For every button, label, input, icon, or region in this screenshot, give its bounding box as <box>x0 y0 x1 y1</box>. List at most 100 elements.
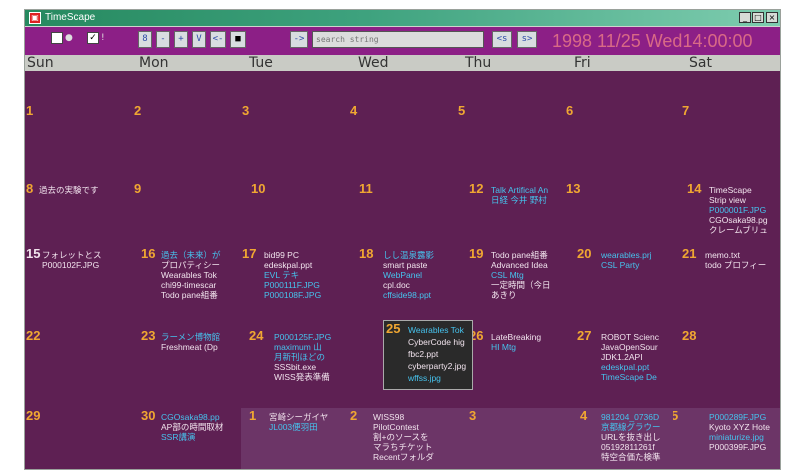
event-item[interactable]: P000125F.JPG <box>274 332 331 342</box>
day-cell[interactable]: 16 過去（未来）が プロパティシー Wearables Tok chi99-t… <box>133 246 241 328</box>
day-cell[interactable]: 1 <box>25 103 133 181</box>
event-item[interactable]: LateBreaking <box>491 332 541 342</box>
event-item[interactable]: 過去（未来）が <box>161 250 221 260</box>
event-item[interactable]: P000399F.JPG <box>709 442 766 452</box>
event-item[interactable]: JL003便羽田 <box>269 422 318 432</box>
event-item[interactable]: miniaturize.jpg <box>709 432 764 442</box>
event-item[interactable]: edeskpal.ppt <box>264 260 312 270</box>
day-cell[interactable]: 2 <box>133 103 241 181</box>
event-item[interactable]: クレームブリュ <box>709 225 768 235</box>
event-item[interactable]: 京都線グラウー <box>601 422 661 432</box>
day-cell[interactable]: 14 TimeScape Strip view P000001F.JPG CGO… <box>673 181 780 246</box>
title-bar[interactable]: ▣ TimeScape _ □ × <box>25 10 780 26</box>
event-item[interactable]: CSL Party <box>601 260 639 270</box>
event-item[interactable]: CSL Mtg <box>491 270 524 280</box>
selected-day-popup[interactable]: 25 Wearables Tok CyberCode hig fbc2.ppt … <box>383 320 473 390</box>
day-cell[interactable]: 26 LateBreaking HI Mtg <box>457 328 565 408</box>
event-item[interactable]: WISS98 <box>373 412 404 422</box>
event-item[interactable]: wffss.jpg <box>408 373 441 383</box>
event-item[interactable]: JDK1.2API <box>601 352 643 362</box>
event-item[interactable]: fbc2.ppt <box>408 349 438 359</box>
event-item[interactable]: P000289F.JPG <box>709 412 766 422</box>
event-item[interactable]: TimeScape De <box>601 372 657 382</box>
zoom-out-button[interactable]: - <box>156 31 170 48</box>
day-cell[interactable]: 7 <box>673 103 780 181</box>
day-cell[interactable]: 9 <box>133 181 241 246</box>
event-item[interactable]: wearables.prj <box>601 250 652 260</box>
day-cell[interactable]: 20 wearables.prj CSL Party <box>565 246 673 328</box>
event-item[interactable]: SSR講演 <box>161 432 195 442</box>
day-cell[interactable]: 2 WISS98 PilotContest 割+のソースを マラちチケット Re… <box>349 408 457 469</box>
event-item[interactable]: 一定時間（今日 <box>491 280 551 290</box>
day-cell[interactable]: 23 ラーメン博物館 Freshmeat (Dp <box>133 328 241 408</box>
event-item[interactable]: bid99 PC <box>264 250 299 260</box>
day-cell[interactable]: 24 P000125F.JPG maximum 山 月新刊ほどの SSSbit.… <box>241 328 349 408</box>
close-button[interactable]: × <box>766 12 778 23</box>
event-item[interactable]: ラーメン博物館 <box>161 332 220 342</box>
day-cell[interactable]: 13 <box>565 181 673 246</box>
event-item[interactable]: SSSbit.exe <box>274 362 316 372</box>
event-item[interactable]: しし温泉露影 <box>383 250 434 260</box>
search-prev-button[interactable]: <s <box>492 31 512 48</box>
event-item[interactable]: Talk Artifical An <box>491 185 548 195</box>
day-cell[interactable]: 11 <box>349 181 457 246</box>
event-item[interactable]: Wearables Tok <box>161 270 217 280</box>
day-cell[interactable]: 19 Todo pane組番 Advanced Idea CSL Mtg 一定時… <box>457 246 565 328</box>
event-item[interactable]: HI Mtg <box>491 342 516 352</box>
event-item[interactable]: Recentフォルダ <box>373 452 434 462</box>
day-cell[interactable]: 5 P000289F.JPG Kyoto XYZ Hote miniaturiz… <box>673 408 780 469</box>
event-item[interactable]: Kyoto XYZ Hote <box>709 422 770 432</box>
maximize-button[interactable]: □ <box>752 12 764 23</box>
event-item[interactable]: URLを抜き出し <box>601 432 661 442</box>
event-item[interactable]: 宮崎シーガイヤ <box>269 412 328 422</box>
event-item[interactable]: ROBOT Scienc <box>601 332 659 342</box>
event-item[interactable]: P000108F.JPG <box>264 290 321 300</box>
day-cell[interactable]: 29 <box>25 408 133 469</box>
day-cell[interactable]: 17 bid99 PC edeskpal.ppt EVL テキ P000111F… <box>241 246 349 328</box>
day-cell[interactable]: 27 ROBOT Scienc JavaOpenSour JDK1.2API e… <box>565 328 673 408</box>
event-item[interactable]: Freshmeat (Dp <box>161 342 218 352</box>
event-item[interactable]: CGOsaka98.pp <box>161 412 220 422</box>
day-cell[interactable]: 3 <box>241 103 349 181</box>
day-cell[interactable]: 6 <box>565 103 673 181</box>
event-item[interactable]: 特空合価た検準 <box>601 452 661 462</box>
event-item[interactable]: cpl.doc <box>383 280 410 290</box>
event-item[interactable]: smart paste <box>383 260 427 270</box>
event-item[interactable]: あきり <box>491 290 517 300</box>
day-cell[interactable]: 21 memo.txt todo プロフィー <box>673 246 780 328</box>
event-item[interactable]: CyberCode hig <box>408 337 465 347</box>
view-mode-button[interactable]: V <box>192 31 206 48</box>
event-item[interactable]: 割+のソースを <box>373 432 429 442</box>
day-cell[interactable]: 4 981204_0736D 京都線グラウー URLを抜き出し 05192811… <box>565 408 673 469</box>
back-button[interactable]: <- <box>210 31 226 48</box>
event-item[interactable]: プロパティシー <box>161 260 220 270</box>
search-next-button[interactable]: s> <box>517 31 537 48</box>
event-item[interactable]: 過去の実験です <box>39 185 99 195</box>
event-item[interactable]: PilotContest <box>373 422 419 432</box>
day-cell[interactable]: 15 フォレットとス P000102F.JPG <box>25 246 133 328</box>
day-cell[interactable]: 28 <box>673 328 780 408</box>
event-item[interactable]: フォレットとス <box>42 250 102 260</box>
zoom-button[interactable]: 8 <box>138 31 152 48</box>
event-item[interactable]: todo プロフィー <box>705 260 766 270</box>
event-item[interactable]: 05192811261f <box>601 442 655 452</box>
day-cell[interactable]: 30 CGOsaka98.pp AP部の時間取材 SSR講演 <box>133 408 241 469</box>
event-item[interactable]: Strip view <box>709 195 746 205</box>
event-item[interactable]: Todo pane組番 <box>491 250 548 260</box>
day-cell[interactable]: 10 <box>241 181 349 246</box>
option-checkbox-2[interactable]: ✓ <box>87 32 99 44</box>
event-item[interactable]: memo.txt <box>705 250 740 260</box>
event-item[interactable]: EVL テキ <box>264 270 299 280</box>
day-cell[interactable]: 1 宮崎シーガイヤ JL003便羽田 <box>241 408 349 469</box>
event-item[interactable]: cffside98.ppt <box>383 290 431 300</box>
event-item[interactable]: マラちチケット <box>373 442 433 452</box>
event-item[interactable]: P000001F.JPG <box>709 205 766 215</box>
event-item[interactable]: AP部の時間取材 <box>161 422 223 432</box>
event-item[interactable]: edeskpal.ppt <box>601 362 649 372</box>
day-cell[interactable]: 8 過去の実験です <box>25 181 133 246</box>
event-item[interactable]: Todo pane組番 <box>161 290 218 300</box>
event-item[interactable]: P000111F.JPG <box>264 280 320 290</box>
event-item[interactable]: WebPanel <box>383 270 422 280</box>
event-item[interactable]: 日経 今井 野村 <box>491 195 547 205</box>
forward-button[interactable]: -> <box>290 31 308 48</box>
